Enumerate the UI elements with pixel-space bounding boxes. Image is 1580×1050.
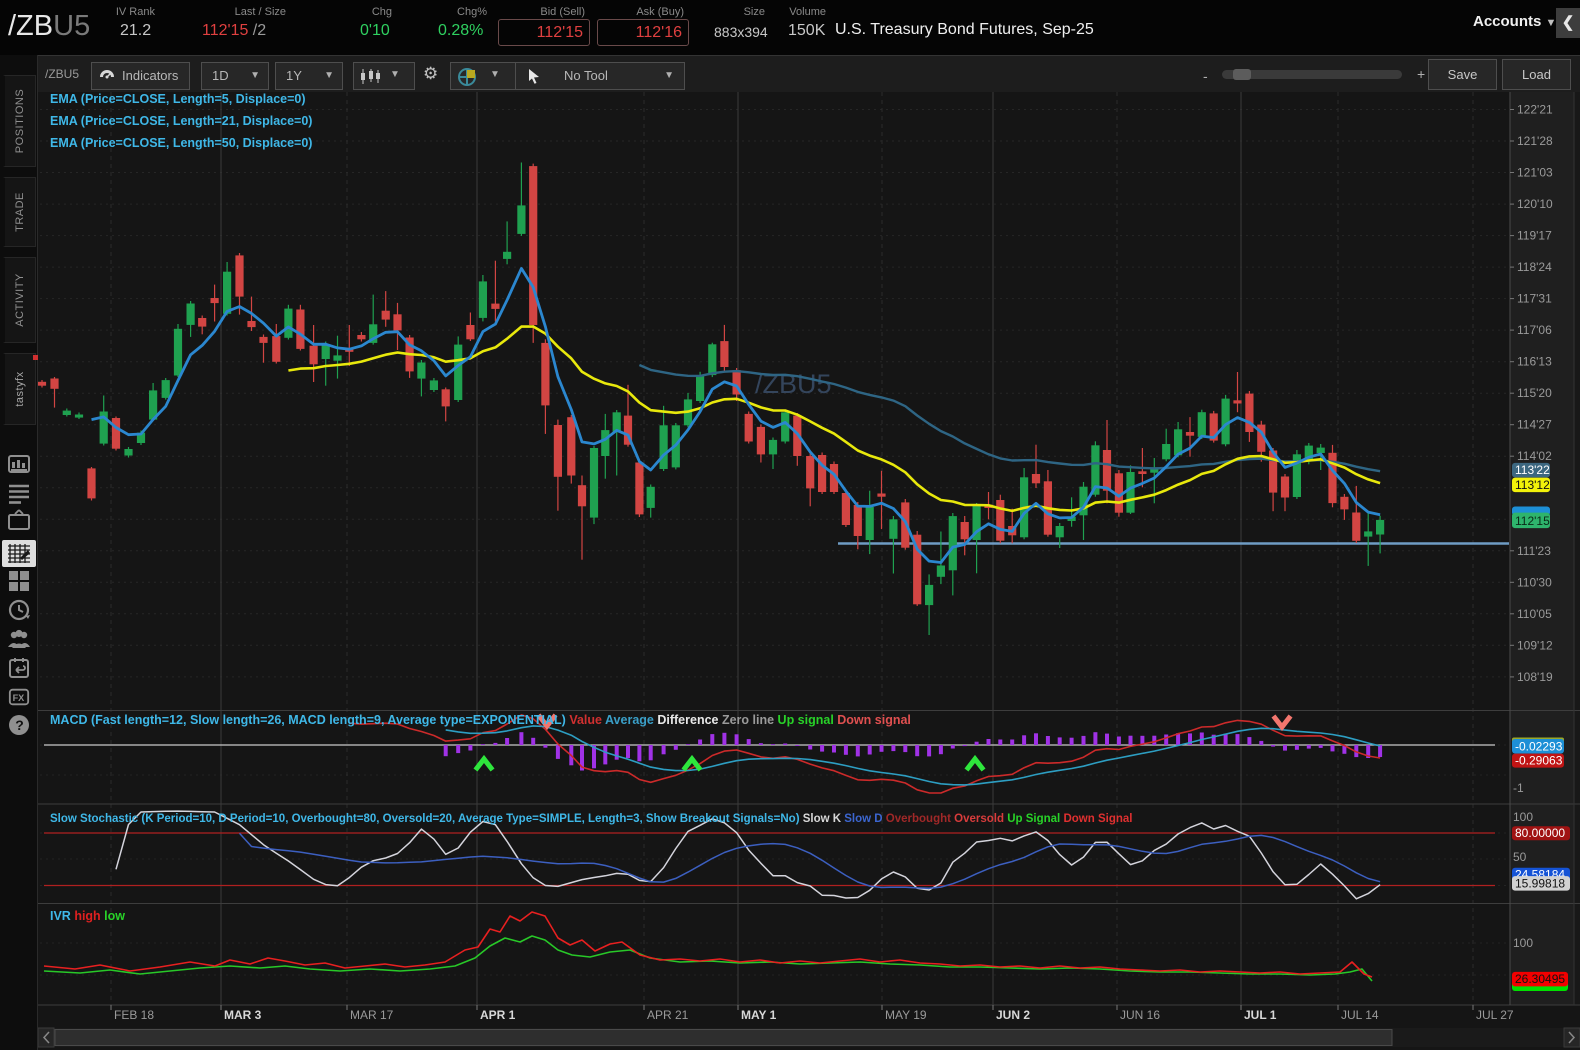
svg-text:JUL 14: JUL 14 xyxy=(1341,1008,1379,1022)
svg-text:112'15: 112'15 xyxy=(1515,514,1550,528)
svg-text:Slow Stochastic (K Period=10,: Slow Stochastic (K Period=10, D Period=1… xyxy=(50,813,1132,825)
svg-text:EMA (Price=CLOSE, Length=50, D: EMA (Price=CLOSE, Length=50, Displace=0) xyxy=(50,136,312,150)
svg-text:100: 100 xyxy=(1513,936,1533,950)
svg-text:JUN 2: JUN 2 xyxy=(996,1008,1030,1022)
svg-text:-0.02293: -0.02293 xyxy=(1515,739,1563,753)
svg-text:26.30495: 26.30495 xyxy=(1515,972,1565,986)
svg-text:JUL 1: JUL 1 xyxy=(1244,1008,1277,1022)
svg-text:IVR high low: IVR high low xyxy=(50,909,125,923)
svg-text:121'28: 121'28 xyxy=(1517,134,1553,148)
svg-text:APR 1: APR 1 xyxy=(480,1008,516,1022)
svg-text:-1: -1 xyxy=(1513,781,1524,795)
svg-text:EMA (Price=CLOSE, Length=21, D: EMA (Price=CLOSE, Length=21, Displace=0) xyxy=(50,114,312,128)
svg-text:115'20: 115'20 xyxy=(1517,386,1552,400)
svg-text:119'17: 119'17 xyxy=(1517,229,1552,243)
svg-text:MAR 17: MAR 17 xyxy=(350,1008,394,1022)
svg-text:114'02: 114'02 xyxy=(1517,449,1552,463)
svg-text:111'23: 111'23 xyxy=(1517,544,1551,558)
svg-text:MAY 1: MAY 1 xyxy=(741,1008,777,1022)
svg-text:JUN 16: JUN 16 xyxy=(1120,1008,1160,1022)
svg-text:80.00000: 80.00000 xyxy=(1515,826,1565,840)
svg-text:APR 21: APR 21 xyxy=(647,1008,689,1022)
svg-text:100: 100 xyxy=(1513,810,1533,824)
svg-text:110'05: 110'05 xyxy=(1517,607,1552,621)
svg-text:120'10: 120'10 xyxy=(1517,197,1553,211)
svg-text:114'27: 114'27 xyxy=(1517,418,1552,432)
svg-text:FEB 18: FEB 18 xyxy=(114,1008,154,1022)
svg-text:EMA (Price=CLOSE, Length=5, Di: EMA (Price=CLOSE, Length=5, Displace=0) xyxy=(50,92,306,106)
svg-text:110'30: 110'30 xyxy=(1517,575,1552,589)
svg-text:121'03: 121'03 xyxy=(1517,166,1553,180)
svg-text:113'12: 113'12 xyxy=(1515,478,1550,492)
svg-text:FX: FX xyxy=(13,693,26,703)
svg-text:108'19: 108'19 xyxy=(1517,670,1553,684)
svg-text:50: 50 xyxy=(1513,850,1527,864)
svg-text:109'12: 109'12 xyxy=(1517,638,1553,652)
svg-text:15.99818: 15.99818 xyxy=(1515,876,1565,890)
svg-text:MACD (Fast length=12, Slow len: MACD (Fast length=12, Slow length=26, MA… xyxy=(50,713,911,727)
svg-text:116'13: 116'13 xyxy=(1517,355,1552,369)
svg-text:?: ? xyxy=(15,717,24,733)
svg-text:117'06: 117'06 xyxy=(1517,323,1552,337)
svg-text:113'22: 113'22 xyxy=(1515,463,1550,477)
svg-text:MAR 3: MAR 3 xyxy=(224,1008,262,1022)
svg-text:122'21: 122'21 xyxy=(1517,103,1553,117)
svg-text:118'24: 118'24 xyxy=(1517,260,1552,274)
svg-text:-0.29063: -0.29063 xyxy=(1515,753,1563,767)
svg-text:JUL 27: JUL 27 xyxy=(1476,1008,1514,1022)
svg-text:MAY 19: MAY 19 xyxy=(885,1008,927,1022)
svg-text:117'31: 117'31 xyxy=(1517,292,1552,306)
